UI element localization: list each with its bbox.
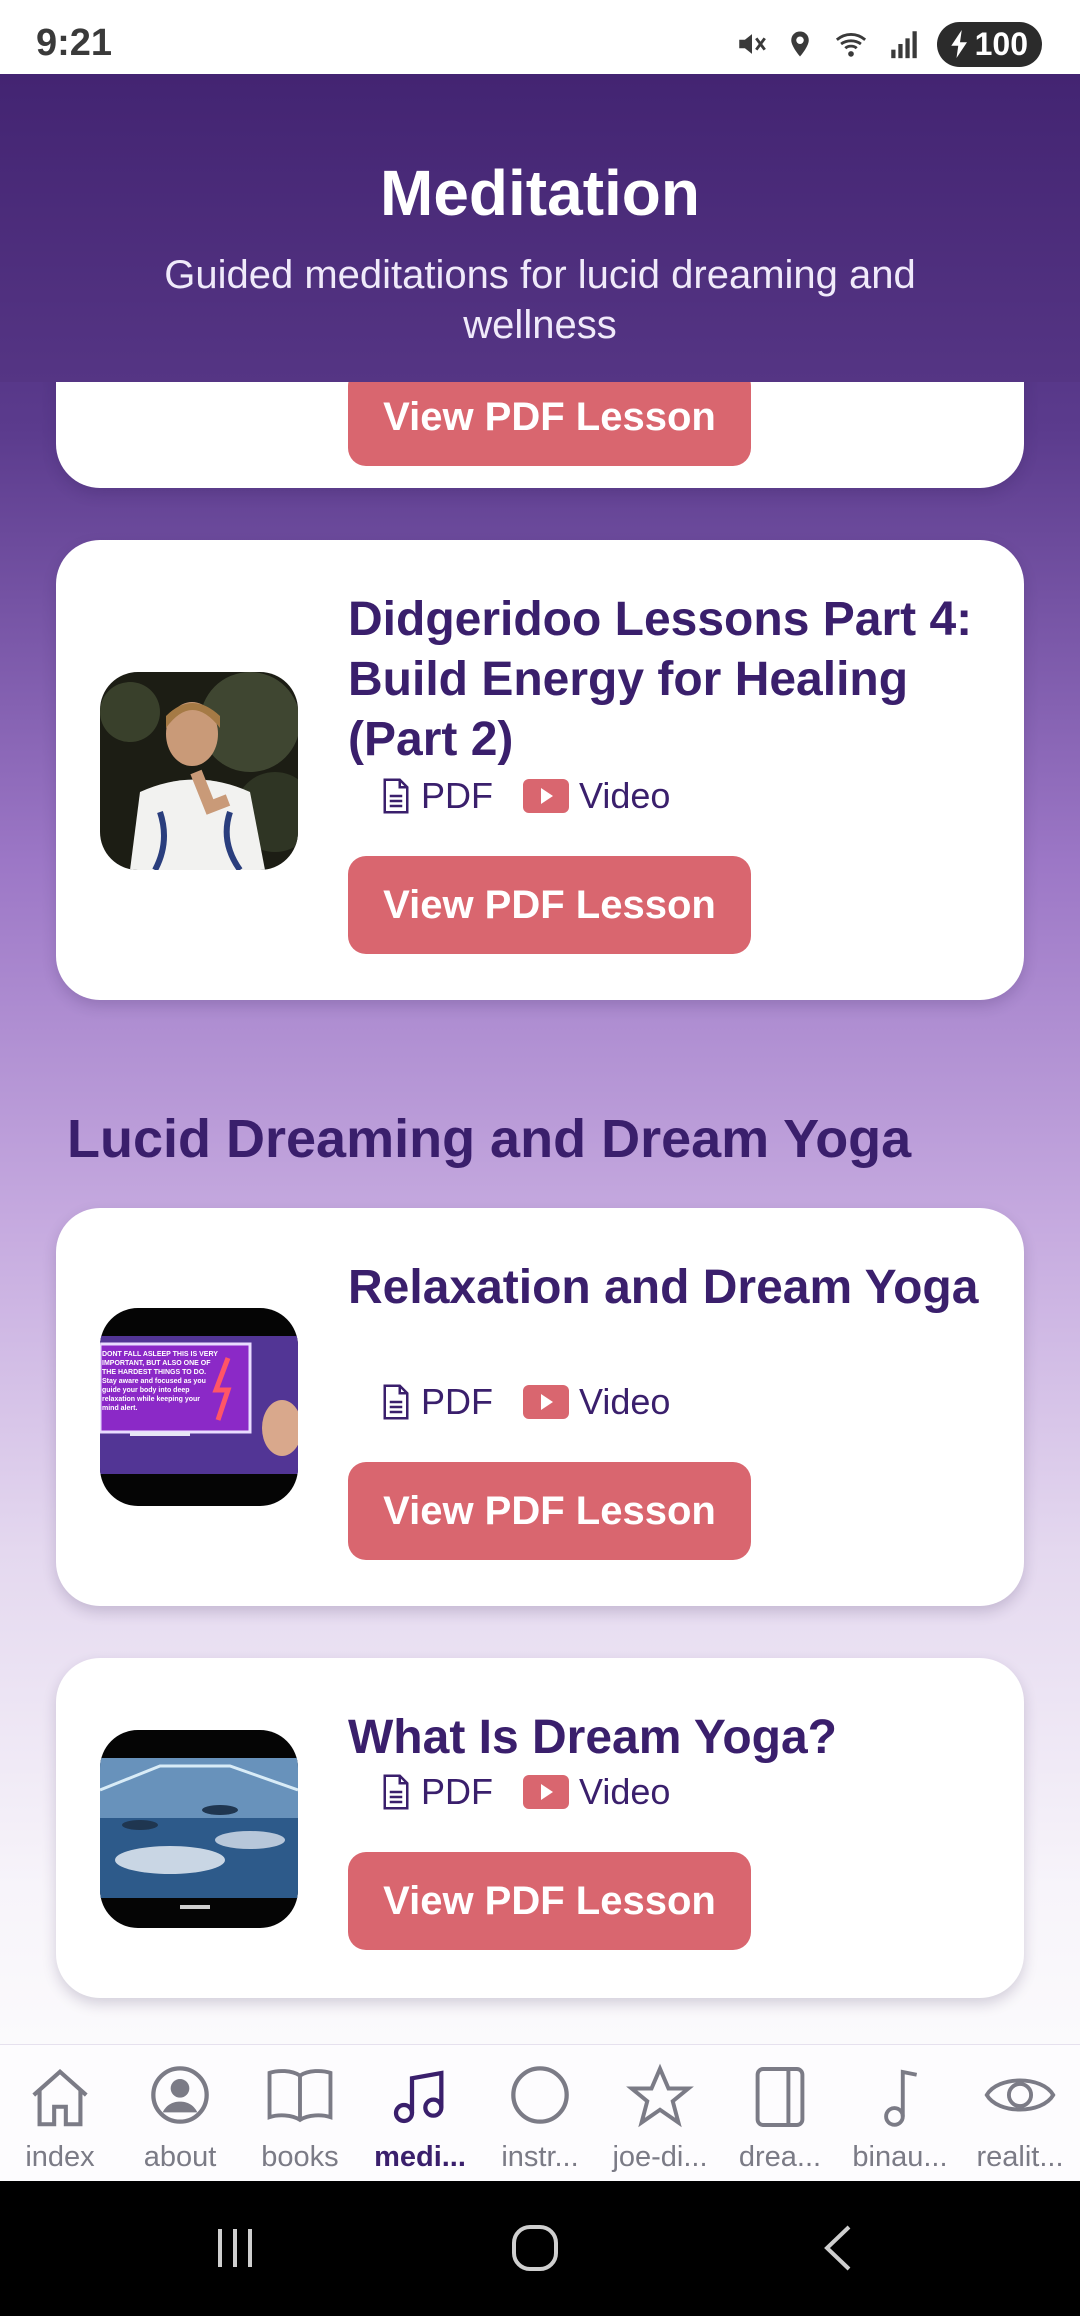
wifi-icon xyxy=(835,33,866,57)
tab-label: about xyxy=(143,2141,217,2173)
music-note-icon xyxy=(393,2070,444,2124)
video-play-icon xyxy=(523,1385,569,1419)
lesson-title: Relaxation and Dream Yoga xyxy=(348,1261,979,1314)
lesson-card: DONT FALL ASLEEP THIS IS VERY IMPORTANT,… xyxy=(56,1208,1024,1606)
lesson-title: What Is Dream Yoga? xyxy=(348,1711,837,1764)
tab-label: realit... xyxy=(976,2141,1064,2173)
view-pdf-lesson-button[interactable]: View PDF Lesson xyxy=(348,1462,751,1560)
button-label: View PDF Lesson xyxy=(383,1488,716,1533)
lesson-card: Didgeridoo Lessons Part 4: Build Energy … xyxy=(56,540,1024,1000)
tab-label: binau... xyxy=(852,2141,948,2173)
pdf-label: PDF xyxy=(421,775,493,816)
lesson-thumbnail[interactable] xyxy=(100,1730,298,1928)
document-icon xyxy=(383,1774,409,1810)
pdf-label: PDF xyxy=(421,1771,493,1812)
video-label: Video xyxy=(579,775,671,816)
view-pdf-lesson-button[interactable]: View PDF Lesson xyxy=(348,856,751,954)
button-label: View PDF Lesson xyxy=(383,882,716,927)
tab-reality-checks[interactable]: realit... xyxy=(960,2045,1080,2182)
tab-label: books xyxy=(261,2141,339,2173)
bottom-tab-bar: index about books medi... instr... joe-d… xyxy=(0,2044,1080,2182)
tablet-icon xyxy=(755,2067,805,2127)
eye-icon xyxy=(984,2078,1056,2112)
section-title: Lucid Dreaming and Dream Yoga xyxy=(67,1109,912,1169)
lesson-media-tags: PDF Video xyxy=(381,774,700,818)
lesson-title: Didgeridoo Lessons Part 4: Build Energy … xyxy=(348,593,973,766)
back-icon[interactable] xyxy=(815,2223,865,2273)
lesson-media-tags: PDF Video xyxy=(381,1770,700,1814)
content-scroll-area[interactable]: View PDF Lesson Didgeridoo Lessons Part … xyxy=(0,74,1080,2044)
lesson-thumbnail[interactable]: DONT FALL ASLEEP THIS IS VERY IMPORTANT,… xyxy=(100,1308,298,1506)
status-icons: 100 xyxy=(735,21,1042,67)
tab-books[interactable]: books xyxy=(240,2045,360,2182)
view-pdf-lesson-button[interactable]: View PDF Lesson xyxy=(348,1852,751,1950)
circle-icon xyxy=(511,2066,569,2124)
tab-about[interactable]: about xyxy=(120,2045,240,2182)
tab-label: drea... xyxy=(738,2141,822,2173)
tab-label: instr... xyxy=(501,2141,579,2173)
home-button-icon[interactable] xyxy=(510,2223,560,2273)
page-header: Meditation Guided meditations for lucid … xyxy=(0,74,1080,382)
lesson-card: What Is Dream Yoga? PDF Video View PDF L… xyxy=(56,1658,1024,1998)
video-play-icon xyxy=(523,779,569,813)
page-subtitle: Guided meditations for lucid dreaming an… xyxy=(164,253,916,347)
tab-joe-dispenza[interactable]: joe-di... xyxy=(600,2045,720,2182)
button-label: View PDF Lesson xyxy=(383,1878,716,1923)
tab-meditation[interactable]: medi... xyxy=(360,2045,480,2182)
battery-indicator: 100 xyxy=(936,21,1042,67)
document-icon xyxy=(383,1384,409,1420)
star-icon xyxy=(626,2063,694,2128)
tab-index[interactable]: index xyxy=(0,2045,120,2182)
thumbnail-caption: DONT FALL ASLEEP THIS IS VERY IMPORTANT,… xyxy=(102,1351,218,1412)
status-time: 9:21 xyxy=(36,22,113,64)
tab-instructors[interactable]: instr... xyxy=(480,2045,600,2182)
video-label: Video xyxy=(579,1381,671,1422)
video-label: Video xyxy=(579,1771,671,1812)
lesson-thumbnail[interactable] xyxy=(100,672,298,870)
location-icon xyxy=(790,31,809,57)
video-play-icon xyxy=(523,1775,569,1809)
book-icon xyxy=(267,2069,333,2123)
pdf-label: PDF xyxy=(421,1381,493,1422)
tab-label: index xyxy=(25,2141,95,2173)
user-circle-icon xyxy=(151,2066,209,2124)
document-icon xyxy=(383,778,409,814)
battery-level: 100 xyxy=(974,25,1028,62)
tab-label: medi... xyxy=(374,2141,466,2173)
recent-apps-icon[interactable] xyxy=(210,2223,260,2273)
signal-icon xyxy=(890,31,917,59)
lesson-media-tags: PDF Video xyxy=(381,1380,700,1424)
mute-icon xyxy=(738,34,766,54)
tab-binaural[interactable]: binau... xyxy=(840,2045,960,2182)
music-note-icon xyxy=(884,2069,918,2127)
view-pdf-lesson-button[interactable]: View PDF Lesson xyxy=(348,368,751,466)
tab-dreams[interactable]: drea... xyxy=(720,2045,840,2182)
home-icon xyxy=(32,2069,88,2127)
status-bar: 9:21 100 xyxy=(0,0,1080,74)
system-navigation-bar xyxy=(0,2181,1080,2316)
charging-icon xyxy=(950,30,967,58)
page-title: Meditation xyxy=(380,157,700,229)
tab-label: joe-di... xyxy=(612,2141,708,2173)
button-label: View PDF Lesson xyxy=(383,394,716,439)
